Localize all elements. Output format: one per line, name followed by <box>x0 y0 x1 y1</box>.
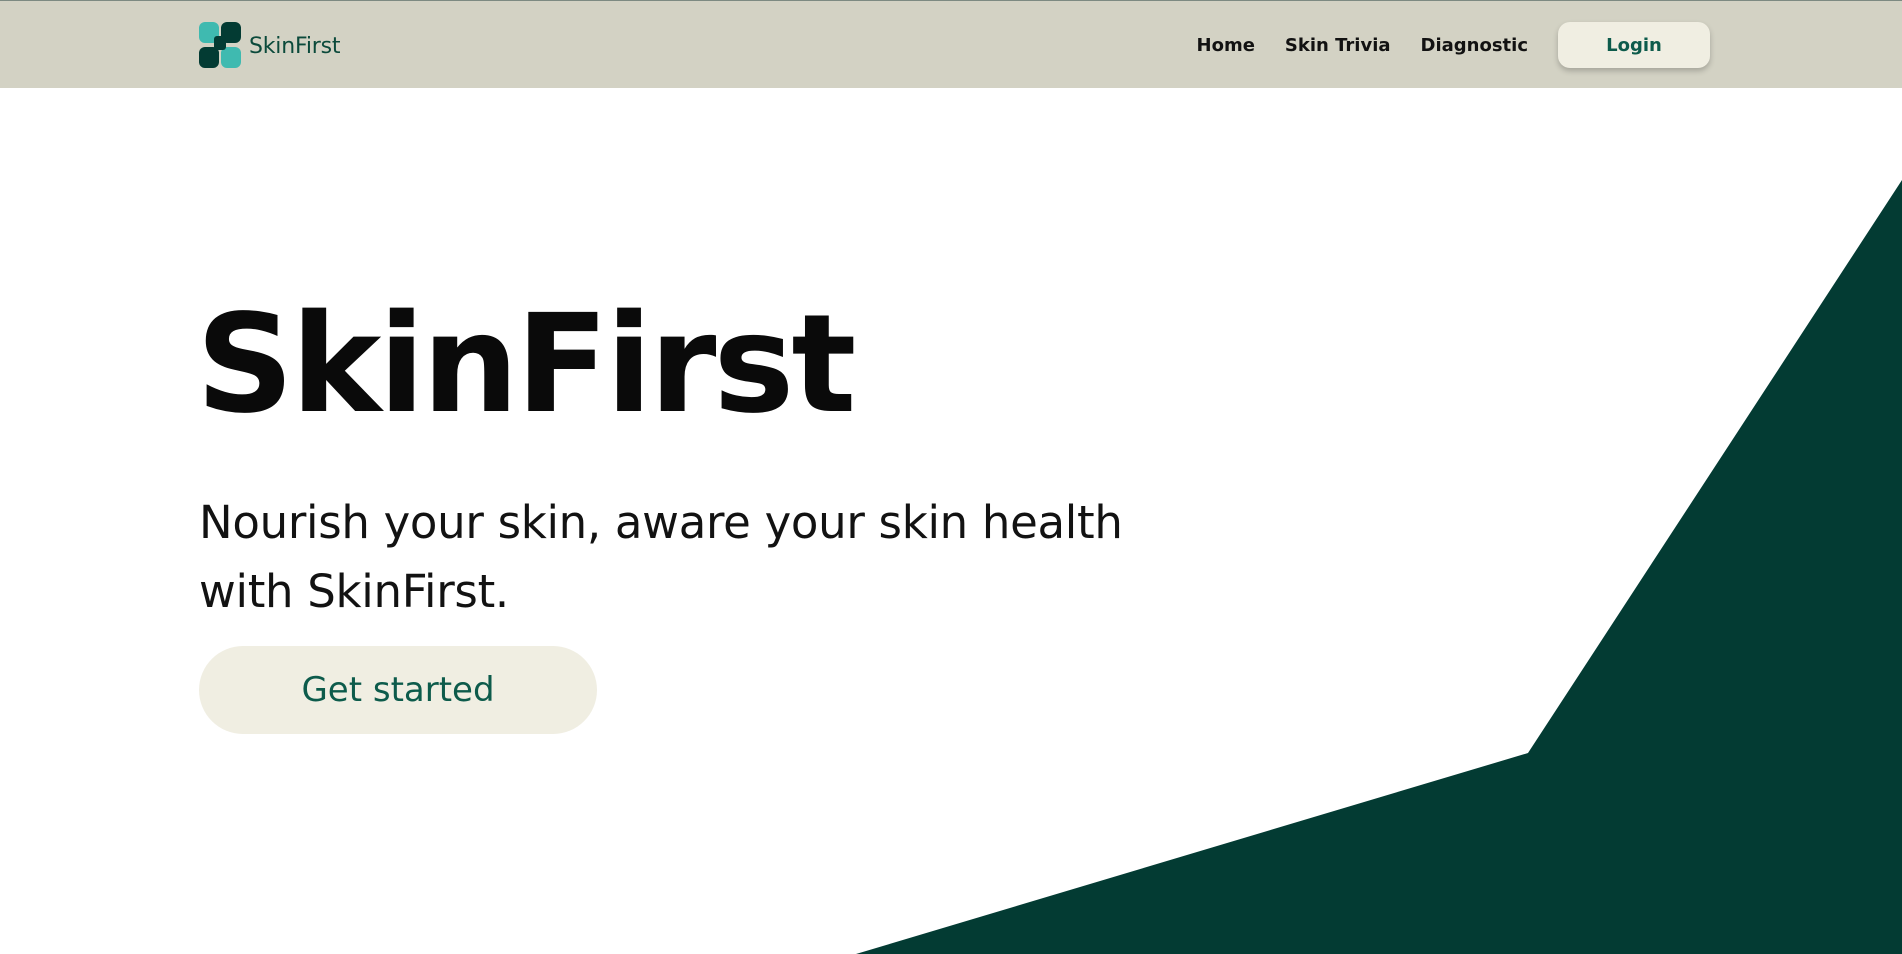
hero-title: SkinFirst <box>196 286 856 444</box>
hero-subtitle: Nourish your skin, aware your skin healt… <box>199 496 1123 618</box>
landing-page: SkinFirst Home Skin Trivia Diagnostic Lo… <box>0 0 1902 954</box>
get-started-button[interactable]: Get started <box>199 646 597 734</box>
decorative-green-shape <box>856 180 1902 954</box>
top-navbar: SkinFirst Home Skin Trivia Diagnostic Lo… <box>0 0 1902 88</box>
login-button[interactable]: Login <box>1558 22 1710 68</box>
skinfirst-logo-icon <box>199 22 241 68</box>
nav-link-home[interactable]: Home <box>1197 35 1255 56</box>
nav-links: Home Skin Trivia Diagnostic Login <box>1197 21 1710 69</box>
brand-name: SkinFirst <box>249 33 341 59</box>
brand-logo-link[interactable]: SkinFirst <box>199 22 340 70</box>
nav-link-diagnostic[interactable]: Diagnostic <box>1421 35 1528 56</box>
nav-link-skin-trivia[interactable]: Skin Trivia <box>1285 35 1391 56</box>
